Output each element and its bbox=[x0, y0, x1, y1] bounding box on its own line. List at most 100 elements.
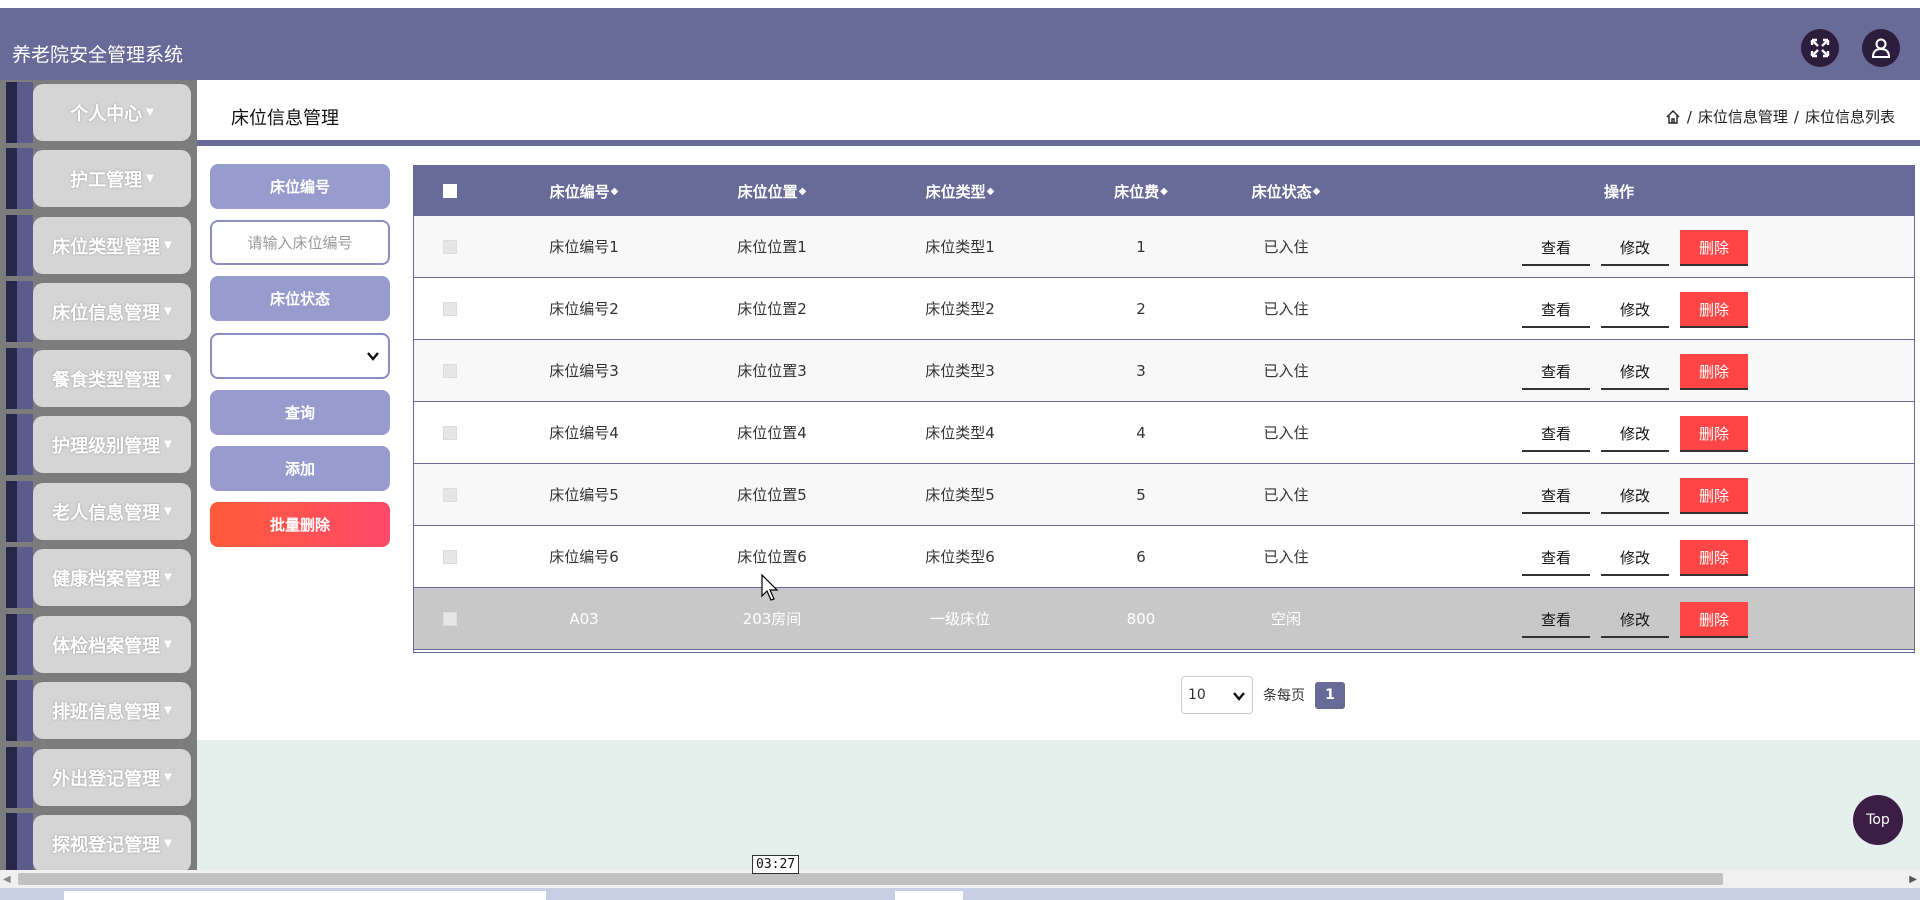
cell-bed-no: 床位编号6 bbox=[549, 548, 619, 566]
view-button[interactable]: 查看 bbox=[1522, 602, 1590, 638]
cell-bed-pos: 床位位置2 bbox=[737, 300, 807, 318]
header-bed-status[interactable]: 床位状态 ◆ bbox=[1226, 166, 1346, 216]
add-button[interactable]: 添加 bbox=[210, 446, 390, 491]
header-bed-pos[interactable]: 床位位置 ◆ bbox=[712, 166, 832, 216]
taskbar-segment bbox=[895, 891, 963, 900]
breadcrumb-item: 床位信息列表 bbox=[1804, 108, 1895, 126]
sidebar-item-elder-info[interactable]: 老人信息管理 ▼ bbox=[6, 481, 191, 542]
scroll-left-icon[interactable]: ◀ bbox=[3, 874, 11, 885]
sidebar-item-checkup-record[interactable]: 体检档案管理 ▼ bbox=[6, 614, 191, 675]
cell-bed-type: 床位类型4 bbox=[925, 424, 995, 442]
header-label: 床位类型 bbox=[925, 182, 986, 201]
sidebar-item-label: 护工管理 bbox=[70, 169, 143, 191]
delete-button[interactable]: 删除 bbox=[1680, 292, 1748, 328]
select-all-checkbox[interactable] bbox=[443, 184, 457, 198]
delete-button[interactable]: 删除 bbox=[1680, 416, 1748, 452]
edit-button[interactable]: 修改 bbox=[1601, 354, 1669, 390]
sidebar-item-health-record[interactable]: 健康档案管理 ▼ bbox=[6, 547, 191, 608]
cell-bed-type: 床位类型1 bbox=[925, 238, 995, 256]
row-checkbox[interactable] bbox=[443, 549, 457, 564]
cell-bed-status: 已入住 bbox=[1263, 238, 1309, 256]
page-size-select[interactable]: 10 bbox=[1181, 676, 1253, 714]
sidebar-item-visit[interactable]: 探视登记管理 ▼ bbox=[6, 813, 191, 870]
caret-down-icon: ▼ bbox=[164, 639, 172, 650]
header-bed-type[interactable]: 床位类型 ◆ bbox=[900, 166, 1020, 216]
delete-button[interactable]: 删除 bbox=[1680, 354, 1748, 390]
row-checkbox[interactable] bbox=[443, 425, 457, 440]
row-checkbox[interactable] bbox=[443, 363, 457, 378]
sort-icon: ◆ bbox=[1312, 185, 1321, 197]
view-button[interactable]: 查看 bbox=[1522, 416, 1590, 452]
fullscreen-button[interactable] bbox=[1801, 29, 1839, 67]
view-button[interactable]: 查看 bbox=[1522, 478, 1590, 514]
sidebar-item-schedule[interactable]: 排班信息管理 ▼ bbox=[6, 680, 191, 741]
delete-button[interactable]: 删除 bbox=[1680, 602, 1748, 638]
batch-delete-button[interactable]: 批量删除 bbox=[210, 502, 390, 547]
horizontal-scrollbar[interactable]: ◀ ▶ bbox=[0, 870, 1920, 888]
page-title: 床位信息管理 bbox=[231, 108, 339, 129]
edit-button[interactable]: 修改 bbox=[1601, 602, 1669, 638]
sidebar-item-caregiver[interactable]: 护工管理 ▼ bbox=[6, 148, 191, 209]
cell-bed-pos: 床位位置5 bbox=[737, 486, 807, 504]
delete-button[interactable]: 删除 bbox=[1680, 230, 1748, 266]
edit-button[interactable]: 修改 bbox=[1601, 416, 1669, 452]
user-button[interactable] bbox=[1862, 29, 1900, 67]
edit-button[interactable]: 修改 bbox=[1601, 230, 1669, 266]
bed-status-label: 床位状态 bbox=[210, 276, 390, 321]
header-label: 床位编号 bbox=[549, 182, 610, 201]
page-size-value: 10 bbox=[1188, 687, 1206, 703]
sidebar-item-bed-info[interactable]: 床位信息管理 ▼ bbox=[6, 281, 191, 342]
cell-bed-pos: 床位位置1 bbox=[737, 238, 807, 256]
sidebar-item-label: 床位类型管理 bbox=[52, 236, 161, 258]
row-checkbox[interactable] bbox=[443, 487, 457, 502]
query-button[interactable]: 查询 bbox=[210, 390, 390, 435]
cell-bed-type: 床位类型5 bbox=[925, 486, 995, 504]
scroll-right-icon[interactable]: ▶ bbox=[1909, 874, 1917, 885]
time-tooltip: 03:27 bbox=[752, 855, 800, 874]
home-icon[interactable] bbox=[1665, 109, 1681, 125]
row-checkbox[interactable] bbox=[443, 239, 457, 254]
sidebar-item-outing[interactable]: 外出登记管理 ▼ bbox=[6, 747, 191, 808]
table-header: 床位编号 ◆ 床位位置 ◆ 床位类型 ◆ 床位费 ◆ 床位状态 ◆ 操作 bbox=[414, 166, 1914, 216]
taskbar-segment bbox=[64, 891, 546, 900]
view-button[interactable]: 查看 bbox=[1522, 230, 1590, 266]
row-checkbox[interactable] bbox=[443, 611, 457, 626]
header-bed-no[interactable]: 床位编号 ◆ bbox=[524, 166, 644, 216]
sidebar-item-care-level[interactable]: 护理级别管理 ▼ bbox=[6, 414, 191, 475]
scrollbar-thumb[interactable] bbox=[18, 873, 1723, 885]
sidebar-item-personal-center[interactable]: 个人中心 ▼ bbox=[6, 82, 191, 143]
sort-icon: ◆ bbox=[610, 185, 619, 197]
breadcrumb-item[interactable]: 床位信息管理 bbox=[1698, 106, 1788, 127]
page-number-button[interactable]: 1 bbox=[1315, 681, 1345, 709]
select-all-cell bbox=[436, 166, 464, 216]
header-bed-fee[interactable]: 床位费 ◆ bbox=[1096, 166, 1186, 216]
cell-bed-no: 床位编号5 bbox=[549, 486, 619, 504]
sidebar-item-meal-type[interactable]: 餐食类型管理 ▼ bbox=[6, 348, 191, 409]
cell-bed-no: A03 bbox=[569, 609, 599, 628]
table-row: 床位编号5 床位位置5 床位类型5 5 已入住 查看 修改 删除 bbox=[414, 464, 1914, 526]
caret-down-icon: ▼ bbox=[164, 373, 172, 384]
edit-button[interactable]: 修改 bbox=[1601, 478, 1669, 514]
delete-button[interactable]: 删除 bbox=[1680, 478, 1748, 514]
breadcrumb: / 床位信息管理 / 床位信息列表 bbox=[1665, 106, 1895, 127]
edit-button[interactable]: 修改 bbox=[1601, 292, 1669, 328]
sidebar-item-bed-type[interactable]: 床位类型管理 ▼ bbox=[6, 215, 191, 276]
view-button[interactable]: 查看 bbox=[1522, 354, 1590, 390]
table-row: 床位编号1 床位位置1 床位类型1 1 已入住 查看 修改 删除 bbox=[414, 216, 1914, 278]
cell-bed-status: 已入住 bbox=[1263, 362, 1309, 380]
caret-down-icon: ▼ bbox=[164, 772, 172, 783]
per-page-label: 条每页 bbox=[1263, 688, 1305, 704]
view-button[interactable]: 查看 bbox=[1522, 540, 1590, 576]
sidebar-item-label: 餐食类型管理 bbox=[52, 369, 161, 391]
cell-bed-status: 已入住 bbox=[1263, 548, 1309, 566]
caret-down-icon: ▼ bbox=[164, 572, 172, 583]
bed-status-select[interactable] bbox=[210, 333, 390, 379]
cell-bed-status: 已入住 bbox=[1263, 300, 1309, 318]
delete-button[interactable]: 删除 bbox=[1680, 540, 1748, 576]
edit-button[interactable]: 修改 bbox=[1601, 540, 1669, 576]
back-to-top-button[interactable]: Top bbox=[1853, 795, 1903, 845]
row-checkbox[interactable] bbox=[443, 301, 457, 316]
bed-no-input[interactable]: 请输入床位编号 bbox=[210, 220, 390, 265]
view-button[interactable]: 查看 bbox=[1522, 292, 1590, 328]
sort-icon: ◆ bbox=[798, 185, 807, 197]
